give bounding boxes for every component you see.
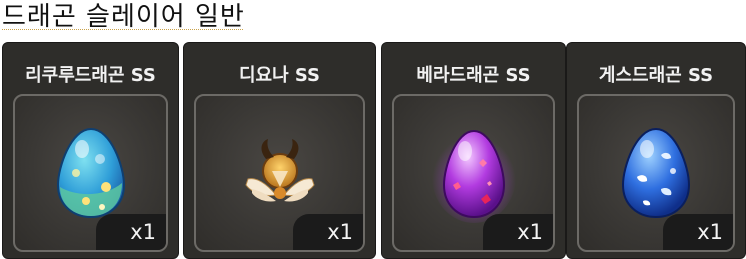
item-card[interactable]: 디요나 SS x1 xyxy=(183,42,376,259)
item-quantity: x1 xyxy=(130,220,156,244)
item-quantity: x1 xyxy=(327,220,353,244)
egg-icon xyxy=(621,127,691,219)
egg-icon xyxy=(56,127,125,219)
item-slot[interactable]: x1 xyxy=(194,94,365,252)
item-card[interactable]: 리쿠루드래곤 SS x1 xyxy=(2,42,179,259)
horned-winged-emblem-icon xyxy=(244,139,315,202)
item-quantity: x1 xyxy=(697,220,723,244)
page-title: 드래곤 슬레이어 일반 xyxy=(2,2,245,32)
item-card[interactable]: 베라드래곤 SS x1 xyxy=(381,42,566,259)
item-slot[interactable]: x1 xyxy=(392,94,555,252)
item-card-list: 리쿠루드래곤 SS x1 디요나 SS x1 베라드래곤 SS x1 게스드래곤… xyxy=(0,42,746,259)
item-name: 베라드래곤 SS xyxy=(416,65,531,86)
item-card[interactable]: 게스드래곤 SS x1 xyxy=(566,42,746,259)
item-name: 디요나 SS xyxy=(238,65,321,86)
item-slot[interactable]: x1 xyxy=(577,94,735,252)
item-name: 게스드래곤 SS xyxy=(598,65,714,86)
item-slot[interactable]: x1 xyxy=(13,94,168,252)
item-name: 리쿠루드래곤 SS xyxy=(25,65,156,86)
egg-icon xyxy=(431,129,516,223)
item-quantity: x1 xyxy=(517,220,543,244)
